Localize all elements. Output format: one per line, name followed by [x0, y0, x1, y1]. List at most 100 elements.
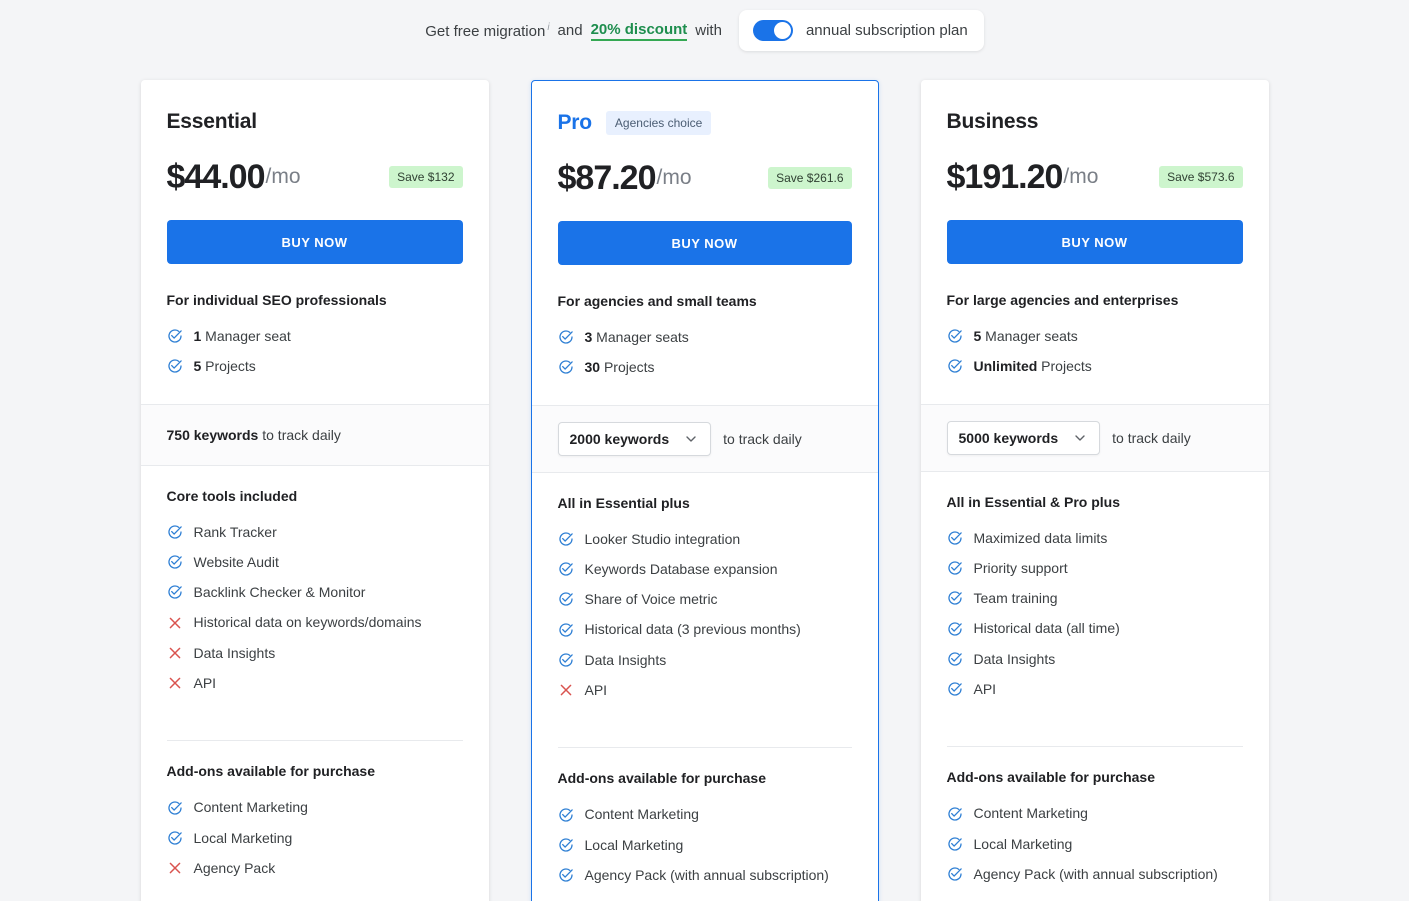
annual-plan-toggle-group[interactable]: annual subscription plan	[738, 10, 984, 51]
section-divider	[166, 740, 463, 742]
pricing-card-essential: Essential $44.00/mo Save $132 BUY NOW For in…	[140, 80, 489, 901]
keywords-select[interactable]: 5000 keywords	[946, 420, 1101, 455]
check-icon	[167, 800, 182, 815]
check-icon	[947, 867, 962, 881]
plan-header: Essential	[167, 80, 463, 134]
plan-limits-list: 1 Manager seat 5 Projects	[167, 321, 463, 404]
list-item: Agency Pack (with annual subscription)	[558, 860, 852, 890]
keywords-band: 2000 keywords to track daily	[531, 404, 878, 473]
features-list: Looker Studio integration Keywords Databa…	[558, 524, 852, 728]
buy-now-button[interactable]: BUY NOW	[557, 221, 852, 265]
plan-header: Pro Agencies choice	[558, 81, 852, 135]
check-icon	[947, 682, 962, 696]
check-icon	[947, 621, 962, 636]
check-icon	[558, 330, 573, 344]
check-icon	[947, 806, 962, 821]
check-icon	[558, 653, 573, 667]
check-icon	[947, 591, 962, 605]
keywords-static-label: 750 keywords to track daily	[166, 426, 341, 443]
features-title: All in Essential plus	[557, 494, 690, 511]
list-item: API	[167, 668, 463, 698]
list-item: Historical data (3 previous months)	[558, 614, 852, 644]
addon-label: Content Marketing	[193, 799, 308, 816]
limit-label: 5 Manager seats	[973, 328, 1078, 344]
feature-label: Historical data on keywords/domains	[193, 614, 422, 631]
check-icon	[167, 359, 182, 374]
check-icon	[947, 359, 962, 374]
limit-label: 30 Projects	[584, 359, 655, 376]
check-icon	[558, 807, 573, 822]
features-list: Maximized data limits Priority support Tea…	[947, 523, 1243, 727]
chevron-down-icon	[686, 435, 696, 442]
promo-lead-text: Get free migration i	[425, 22, 549, 40]
addon-label: Agency Pack (with annual subscription)	[584, 866, 829, 883]
buy-now-button[interactable]: BUY NOW	[946, 220, 1243, 264]
feature-label: Website Audit	[193, 553, 279, 570]
check-icon	[167, 585, 182, 599]
check-icon	[947, 531, 962, 545]
feature-label: Data Insights	[193, 644, 276, 661]
feature-label: Keywords Database expansion	[584, 560, 778, 577]
feature-label: API	[973, 681, 997, 698]
list-item: Maximized data limits	[947, 523, 1243, 553]
addons-list: Content Marketing Local Marketing Agency P…	[947, 798, 1243, 901]
section-divider	[557, 747, 852, 749]
addons-list: Content Marketing Local Marketing Agency P…	[167, 792, 463, 901]
cross-icon	[169, 617, 180, 628]
list-item: Agency Pack (with annual subscription)	[947, 859, 1243, 889]
annual-subscription-toggle[interactable]	[752, 20, 793, 41]
limit-label: 3 Manager seats	[584, 329, 689, 345]
keywords-select[interactable]: 2000 keywords	[557, 421, 712, 456]
promo-and-label: and	[557, 22, 583, 39]
plan-header: Business	[947, 80, 1243, 134]
plan-name: Business	[946, 110, 1039, 133]
list-item: Looker Studio integration	[558, 524, 852, 554]
features-title: Core tools included	[166, 487, 298, 504]
check-icon	[558, 562, 573, 576]
keywords-tail-label: to track daily	[723, 430, 802, 447]
cross-icon	[169, 647, 180, 659]
feature-label: Priority support	[973, 559, 1068, 576]
list-item: Local Marketing	[558, 830, 852, 860]
feature-label: API	[193, 675, 217, 692]
info-icon[interactable]: i	[547, 22, 549, 33]
list-item: Local Marketing	[167, 823, 463, 853]
check-icon	[167, 831, 182, 845]
list-item: Historical data (all time)	[947, 613, 1243, 643]
limit-label: 1 Manager seat	[193, 328, 291, 344]
addon-label: Content Marketing	[973, 805, 1088, 822]
feature-label: Historical data (3 previous months)	[584, 621, 801, 638]
plan-price: $87.20	[557, 158, 657, 197]
feature-label: Historical data (all time)	[973, 620, 1120, 637]
buy-now-button[interactable]: BUY NOW	[166, 220, 463, 264]
list-item: Priority support	[947, 553, 1243, 583]
save-badge: Save $573.6	[1159, 166, 1243, 188]
toggle-label: annual subscription plan	[805, 22, 968, 39]
check-icon	[558, 532, 573, 546]
save-badge: Save $261.6	[768, 167, 852, 189]
list-item: Team training	[947, 583, 1243, 613]
list-item: Data Insights	[947, 644, 1243, 674]
check-icon	[167, 329, 182, 343]
addons-list: Content Marketing Local Marketing Agency P…	[558, 799, 852, 901]
feature-label: Team training	[973, 590, 1058, 607]
keywords-band: 5000 keywords to track daily	[920, 403, 1269, 472]
limit-label: 5 Projects	[193, 358, 256, 375]
list-item: API	[947, 674, 1243, 704]
check-icon	[947, 329, 962, 343]
price-row: $191.20/mo Save $573.6	[947, 156, 1243, 198]
section-divider	[946, 746, 1243, 748]
plan-audience: For large agencies and enterprises	[946, 292, 1179, 308]
plan-badge: Agencies choice	[605, 111, 712, 135]
addons-title: Add-ons available for purchase	[557, 770, 767, 787]
list-item: Website Audit	[167, 547, 463, 577]
addons-title: Add-ons available for purchase	[166, 763, 376, 780]
price-row: $87.20/mo Save $261.6	[558, 157, 852, 199]
cross-icon	[560, 684, 571, 696]
list-item: 3 Manager seats	[558, 322, 852, 352]
check-icon	[947, 561, 962, 575]
limit-label: Unlimited Projects	[973, 358, 1092, 375]
plan-price-period: /mo	[1063, 165, 1099, 188]
list-item: 30 Projects	[558, 352, 852, 382]
plan-limits-list: 5 Manager seats Unlimited Projects	[947, 321, 1243, 404]
